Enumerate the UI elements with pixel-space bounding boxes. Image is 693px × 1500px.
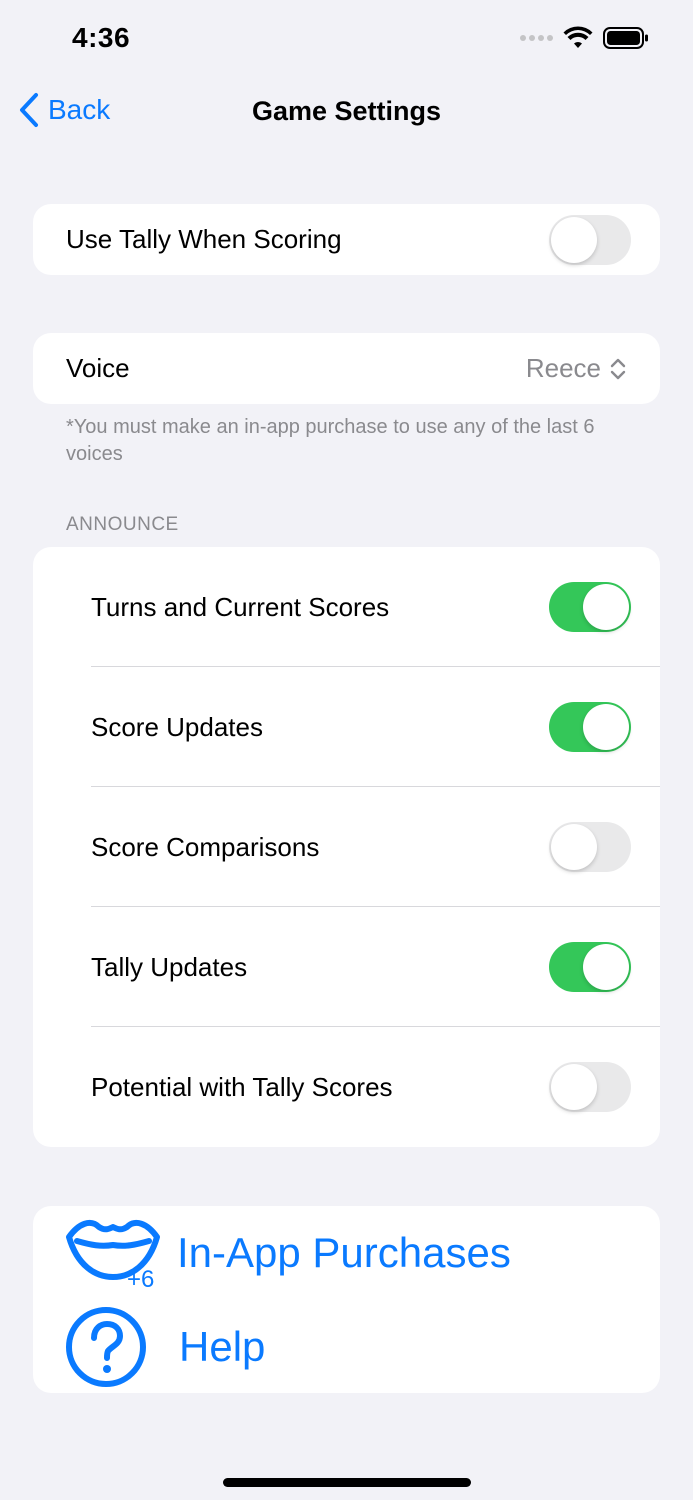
tally-label: Use Tally When Scoring xyxy=(66,224,342,254)
score-comparisons-toggle[interactable] xyxy=(549,822,631,872)
tally-toggle[interactable] xyxy=(549,214,631,265)
voice-picker[interactable]: Reece xyxy=(526,353,627,384)
announce-card: Turns and Current Scores Score Updates S… xyxy=(33,547,660,1147)
toggle-knob xyxy=(551,216,597,263)
help-question-icon xyxy=(66,1307,146,1387)
status-icons xyxy=(519,26,649,50)
announce-section-header: ANNOUNCE xyxy=(66,514,179,535)
in-app-purchases-label: In-App Purchases xyxy=(177,1229,511,1276)
turns-scores-toggle[interactable] xyxy=(549,582,631,632)
tally-card: Use Tally When Scoring xyxy=(33,204,660,275)
home-indicator xyxy=(223,1478,471,1487)
voice-footnote: *You must make an in-app purchase to use… xyxy=(66,416,595,465)
battery-icon xyxy=(603,27,648,49)
toggle-knob xyxy=(583,584,629,630)
announce-row-turns: Turns and Current Scores xyxy=(33,547,660,667)
announce-label: Potential with Tally Scores xyxy=(91,1071,393,1102)
score-updates-toggle[interactable] xyxy=(549,702,631,752)
tally-row: Use Tally When Scoring xyxy=(33,204,660,275)
announce-label: Score Comparisons xyxy=(91,831,320,862)
chevron-up-down-icon xyxy=(610,358,626,379)
cellular-dots-icon xyxy=(520,35,553,41)
navigation-bar: Back Game Settings xyxy=(0,80,693,144)
toggle-knob xyxy=(551,824,597,870)
voice-card: Voice Reece xyxy=(33,333,660,404)
status-time: 4:36 xyxy=(72,22,131,53)
toggle-knob xyxy=(583,944,629,990)
toggle-knob xyxy=(583,704,629,750)
help-link[interactable]: Help xyxy=(33,1300,660,1393)
in-app-purchases-link[interactable]: +6 In-App Purchases xyxy=(33,1206,660,1300)
potential-tally-toggle[interactable] xyxy=(549,1062,631,1112)
voice-label: Voice xyxy=(66,353,130,383)
links-card: +6 In-App Purchases Help xyxy=(33,1206,660,1393)
help-label: Help xyxy=(179,1323,266,1370)
announce-row-score-comparisons: Score Comparisons xyxy=(33,787,660,907)
announce-row-tally-updates: Tally Updates xyxy=(33,907,660,1027)
page-title: Game Settings xyxy=(251,96,442,126)
wifi-icon xyxy=(563,26,593,48)
announce-label: Tally Updates xyxy=(91,951,248,982)
tally-updates-toggle[interactable] xyxy=(549,942,631,992)
status-bar: 4:36 xyxy=(0,0,693,80)
announce-label: Turns and Current Scores xyxy=(91,591,390,622)
lips-icon: +6 xyxy=(66,1219,160,1291)
voice-row: Voice Reece xyxy=(33,333,660,404)
announce-row-potential-tally: Potential with Tally Scores xyxy=(33,1027,660,1147)
announce-label: Score Updates xyxy=(91,711,263,742)
announce-row-score-updates: Score Updates xyxy=(33,667,660,787)
voice-value: Reece xyxy=(525,353,601,383)
toggle-knob xyxy=(551,1064,597,1110)
purchases-badge: +6 xyxy=(127,1266,154,1291)
